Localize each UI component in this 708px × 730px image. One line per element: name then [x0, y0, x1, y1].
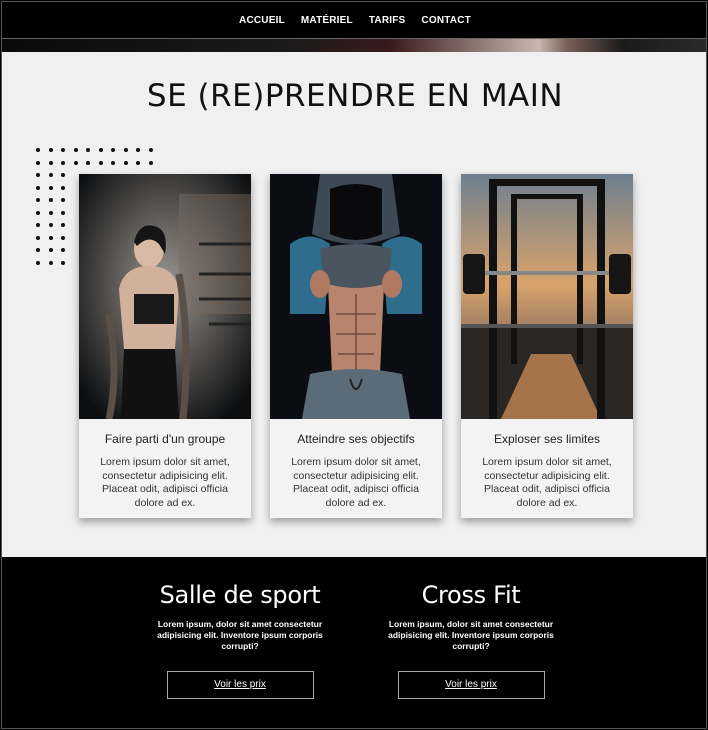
main-section: SE (RE)PRENDRE EN MAIN Faire parti d'un …: [2, 52, 706, 557]
offer-text: Lorem ipsum, dolor sit amet consectetur …: [157, 619, 323, 651]
feature-card-group: Faire parti d'un groupe Lorem ipsum dolo…: [79, 174, 251, 518]
decorative-dot: [98, 160, 103, 165]
decorative-dot: [148, 148, 153, 152]
see-prices-button[interactable]: Voir les prix: [166, 671, 314, 699]
decorative-dot: [86, 148, 90, 152]
decorative-dot: [36, 148, 40, 152]
nav-item-accueil[interactable]: ACCUEIL: [238, 15, 286, 26]
feature-card-goals: Atteindre ses objectifs Lorem ipsum dolo…: [270, 174, 442, 518]
page-title: SE (RE)PRENDRE EN MAIN: [146, 78, 564, 114]
squat-rack-barbell-photo: [461, 174, 633, 419]
offers-section: Salle de sport Lorem ipsum, dolor sit am…: [2, 557, 706, 728]
decorative-dot: [98, 148, 103, 152]
card-title: Faire parti d'un groupe: [104, 432, 226, 446]
decorative-dot: [48, 248, 53, 252]
top-nav: ACCUEIL MATÉRIEL TARIFS CONTACT: [2, 2, 706, 38]
card-title: Exploser ses limites: [493, 432, 601, 446]
man-abs-hoodie-photo: [270, 174, 442, 419]
decorative-dot: [61, 210, 65, 215]
decorative-dot: [111, 160, 115, 165]
decorative-dot: [61, 223, 65, 227]
page: ACCUEIL MATÉRIEL TARIFS CONTACT SE (RE)P…: [1, 1, 707, 729]
decorative-dot: [36, 173, 40, 177]
decorative-dot: [48, 235, 53, 240]
decorative-dot: [136, 148, 140, 152]
card-text: Lorem ipsum dolor sit amet, consectetur …: [100, 456, 230, 509]
offer-text: Lorem ipsum, dolor sit amet consectetur …: [388, 619, 554, 651]
decorative-dot: [36, 198, 40, 202]
decorative-dot: [73, 148, 78, 152]
decorative-dot: [61, 185, 65, 190]
decorative-dot: [36, 235, 40, 240]
offer-title: Cross Fit: [421, 581, 521, 609]
decorative-dot: [123, 160, 128, 165]
decorative-dot: [61, 160, 65, 165]
decorative-dot: [61, 148, 65, 152]
decorative-dot: [61, 260, 65, 265]
decorative-dot: [148, 160, 153, 165]
decorative-dot: [36, 210, 40, 215]
decorative-dot: [111, 148, 115, 152]
decorative-dot: [48, 260, 53, 265]
decorative-dot: [48, 185, 53, 190]
decorative-dot: [136, 160, 140, 165]
card-text: Lorem ipsum dolor sit amet, consectetur …: [291, 456, 421, 509]
decorative-dot: [86, 160, 90, 165]
nav-item-tarifs[interactable]: TARIFS: [368, 15, 407, 26]
decorative-dot: [48, 223, 53, 227]
decorative-dot: [36, 185, 40, 190]
offer-title: Salle de sport: [159, 581, 321, 609]
decorative-dot: [123, 148, 128, 152]
decorative-dot: [61, 198, 65, 202]
offer-crossfit: Cross Fit Lorem ipsum, dolor sit amet co…: [371, 581, 571, 699]
card-text: Lorem ipsum dolor sit amet, consectetur …: [482, 456, 612, 509]
decorative-dot: [48, 198, 53, 202]
card-title: Atteindre ses objectifs: [297, 432, 415, 446]
decorative-dot: [36, 160, 40, 165]
decorative-dot: [48, 160, 53, 165]
decorative-dot: [48, 148, 53, 152]
see-prices-button[interactable]: Voir les prix: [397, 671, 545, 699]
woman-with-battle-ropes-photo: [79, 174, 251, 419]
feature-card-limits: Exploser ses limites Lorem ipsum dolor s…: [461, 174, 633, 518]
hero-image-strip: [2, 38, 706, 52]
decorative-dot: [61, 248, 65, 252]
decorative-dot: [48, 210, 53, 215]
decorative-dot: [61, 235, 65, 240]
decorative-dot: [36, 223, 40, 227]
offer-gym: Salle de sport Lorem ipsum, dolor sit am…: [140, 581, 340, 699]
decorative-dot: [36, 248, 40, 252]
nav-item-materiel[interactable]: MATÉRIEL: [300, 15, 354, 26]
decorative-dot: [73, 160, 78, 165]
decorative-dot: [48, 173, 53, 177]
nav-item-contact[interactable]: CONTACT: [420, 15, 472, 26]
decorative-dot: [61, 173, 65, 177]
decorative-dot: [36, 260, 40, 265]
